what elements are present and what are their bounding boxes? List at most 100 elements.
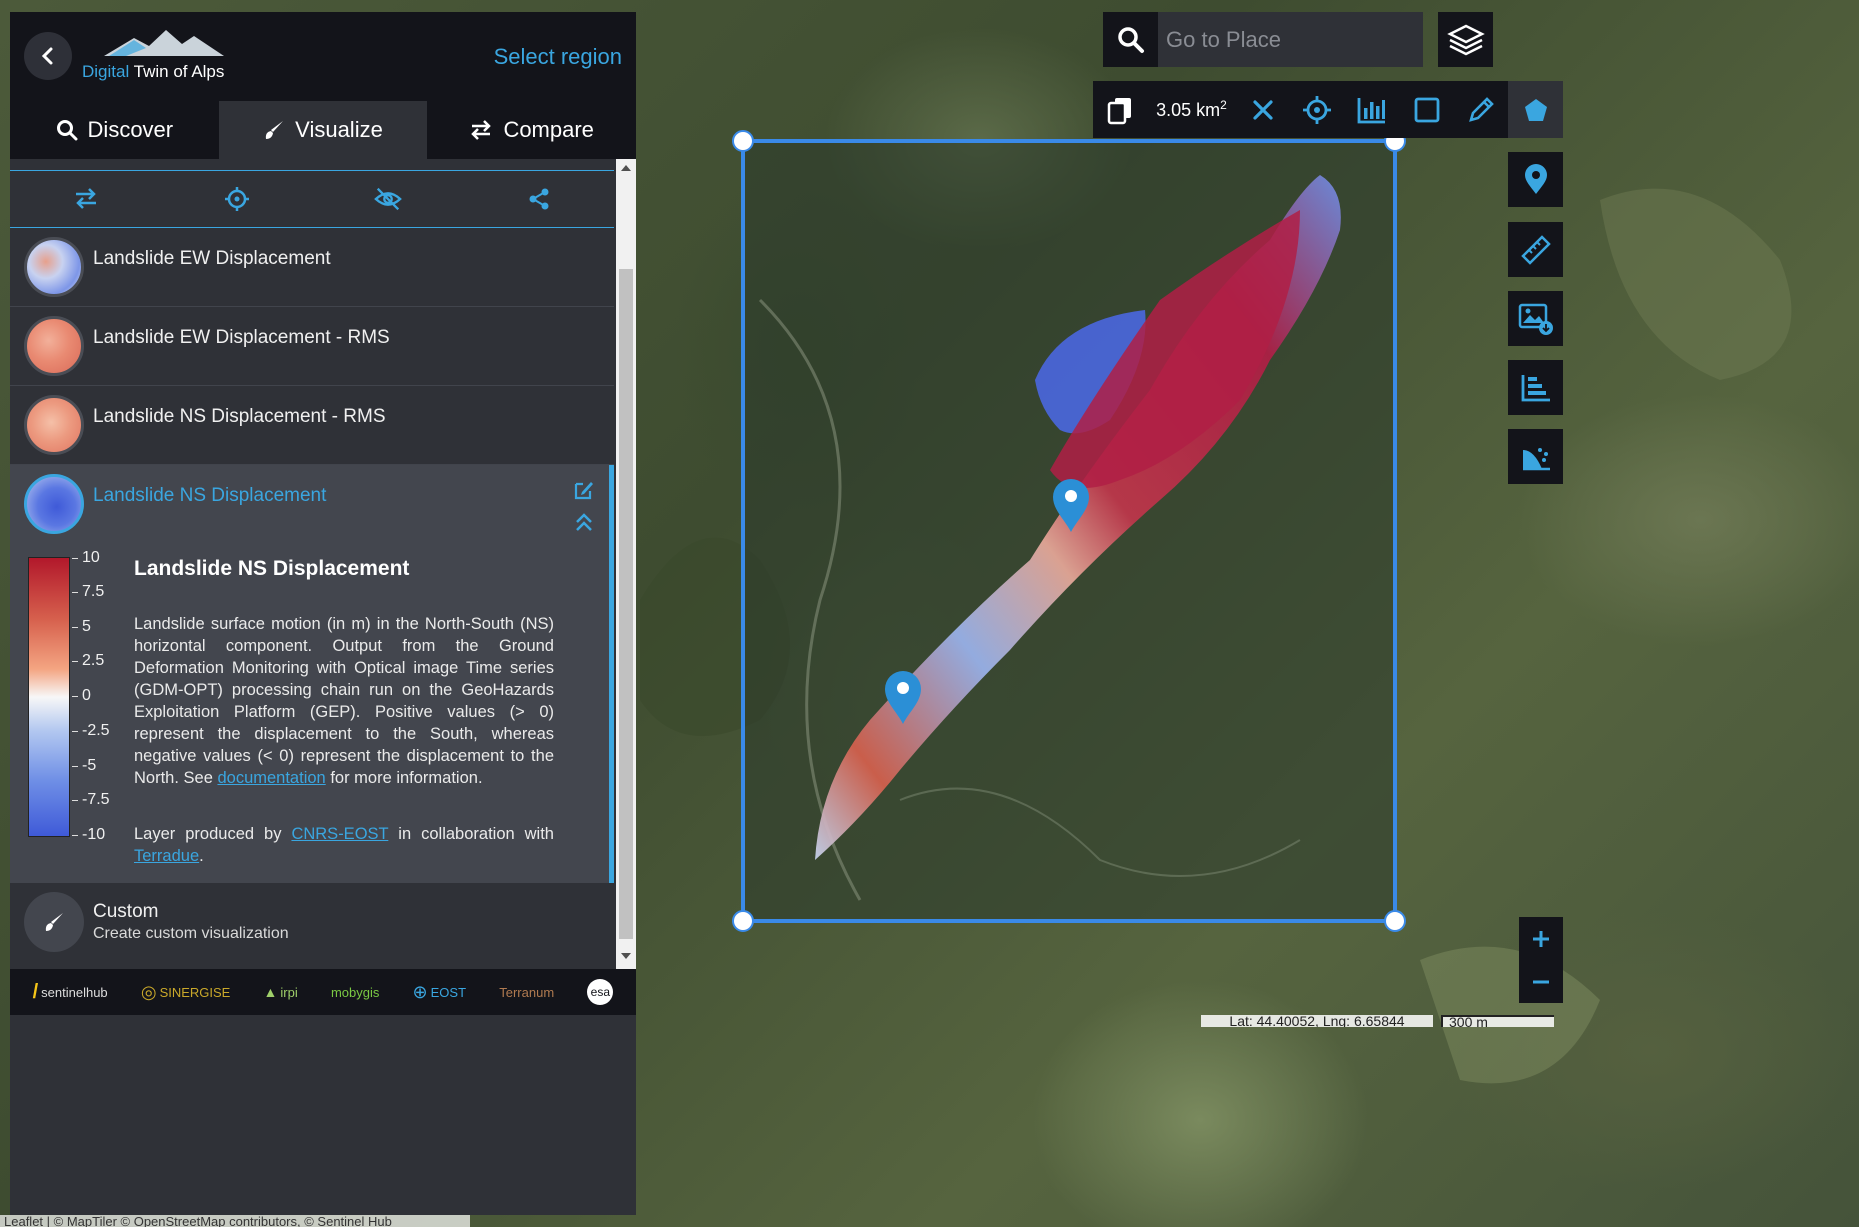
layer-thumbnail <box>24 316 84 376</box>
partner-logo[interactable]: / sentinelhub <box>33 981 108 1004</box>
bar-chart-icon[interactable] <box>1345 81 1400 138</box>
layer-toolbar <box>10 170 614 228</box>
legend-tick: -5 <box>71 757 97 774</box>
tab-visualize[interactable]: Visualize <box>218 101 428 159</box>
edit-icon[interactable] <box>573 479 595 501</box>
aoi-toolbar: 3.05 km2 <box>1093 81 1564 138</box>
scrollbar-thumb[interactable] <box>619 269 633 939</box>
chevron-double-up-icon[interactable] <box>573 511 595 533</box>
logo: Digital Twin of Alps <box>82 26 232 88</box>
scale-bar: 300 m <box>1441 1015 1554 1027</box>
zoom-out-button[interactable] <box>1519 960 1563 1003</box>
layer-list: Landslide EW Displacement Landslide EW D… <box>10 228 614 963</box>
aoi-handle <box>1384 910 1406 932</box>
mountain-logo-icon <box>104 30 224 56</box>
credit-text: Layer produced by CNRS-EOST in collabora… <box>134 825 554 865</box>
compare-swap-icon[interactable] <box>72 185 100 213</box>
side-panel: Digital Twin of Alps Select region Disco… <box>10 12 636 1215</box>
tab-discover[interactable]: Discover <box>10 101 219 159</box>
scatter-chart-icon <box>1522 447 1550 470</box>
layer-item[interactable]: Landslide EW Displacement <box>10 228 614 307</box>
layer-title: Landslide NS Displacement <box>93 485 327 506</box>
chevron-left-icon <box>41 47 53 65</box>
spectral-explorer-button[interactable] <box>1508 429 1563 484</box>
zoom-in-button[interactable] <box>1519 917 1563 960</box>
tab-label: Discover <box>87 117 174 142</box>
scroll-down-arrow[interactable] <box>621 953 631 959</box>
copy-icon[interactable] <box>1093 81 1148 138</box>
description-text: Landslide surface motion (in m) in the N… <box>134 615 554 787</box>
select-region-link[interactable]: Select region <box>494 44 622 70</box>
tab-bar: Discover Visualize Compare <box>10 101 636 159</box>
partner-logo[interactable]: ▲ irpi <box>264 984 298 1000</box>
custom-visualization-item[interactable]: Custom Create custom visualization <box>10 883 614 963</box>
pencil-icon[interactable] <box>1454 81 1509 138</box>
scrollbar[interactable] <box>616 159 636 969</box>
location-pin-button[interactable] <box>1508 152 1563 207</box>
legend-tick: -7.5 <box>72 791 110 808</box>
legend-tick: -2.5 <box>72 722 110 739</box>
legend-tick: 7.5 <box>71 583 105 600</box>
legend-tick: 0 <box>72 687 91 704</box>
tab-compare[interactable]: Compare <box>427 101 636 159</box>
swap-icon <box>471 120 492 140</box>
partner-logo[interactable]: Terranum <box>499 985 554 1000</box>
base-layers-button[interactable] <box>1438 12 1493 67</box>
aoi-handle <box>732 130 754 152</box>
legend-colorbar <box>28 557 70 837</box>
legend-tick: 10 <box>72 549 100 566</box>
active-layer-item[interactable]: Landslide NS Displacement 10 7.5 5 2.5 0… <box>10 465 614 883</box>
tab-label: Visualize <box>295 117 383 142</box>
share-icon[interactable] <box>525 185 553 213</box>
layer-title: Landslide EW Displacement <box>93 248 331 269</box>
cnrs-eost-link[interactable]: CNRS-EOST <box>291 825 388 843</box>
eye-slash-icon[interactable] <box>373 185 402 213</box>
stacked-chart-icon <box>1521 374 1550 401</box>
layer-thumbnail <box>24 237 84 297</box>
legend-tick: 2.5 <box>71 652 105 669</box>
tab-label: Compare <box>503 117 594 142</box>
layer-thumbnail <box>24 395 84 455</box>
partner-logo[interactable]: ◎ SINERGISE <box>141 982 231 1003</box>
go-to-place-input[interactable] <box>1158 12 1423 67</box>
search-icon[interactable] <box>1103 12 1158 67</box>
polygon-icon[interactable] <box>1508 81 1564 138</box>
partner-logo[interactable]: mobygis <box>331 985 379 1000</box>
zoom-control <box>1519 917 1563 1003</box>
crosshair-icon[interactable] <box>223 185 251 213</box>
custom-subtitle: Create custom visualization <box>93 925 289 942</box>
panel-header: Digital Twin of Alps Select region <box>10 12 636 101</box>
layers-icon <box>1446 24 1485 55</box>
partner-logo[interactable]: esa <box>587 979 614 1005</box>
map-pin-icon <box>1524 163 1547 194</box>
layer-thumbnail <box>24 474 84 534</box>
ruler-icon <box>1520 234 1551 265</box>
plus-icon <box>1533 930 1549 947</box>
brush-icon <box>24 892 84 952</box>
layer-item[interactable]: Landslide EW Displacement - RMS <box>10 307 614 386</box>
aoi-area-label: 3.05 km2 <box>1156 98 1227 120</box>
documentation-link[interactable]: documentation <box>217 769 325 787</box>
partners-bar: / sentinelhub ◎ SINERGISE ▲ irpi mobygis ⊕ E… <box>10 969 636 1015</box>
timelapse-chart-button[interactable] <box>1508 360 1563 415</box>
custom-title: Custom <box>93 901 159 922</box>
app-title: Digital Twin of Alps <box>82 62 225 81</box>
measure-button[interactable] <box>1508 222 1563 277</box>
close-icon[interactable] <box>1235 81 1290 138</box>
terradue-link[interactable]: Terradue <box>134 847 199 865</box>
rectangle-icon[interactable] <box>1399 81 1454 138</box>
partner-logo[interactable]: ⊕ EOST <box>413 982 467 1003</box>
crosshair-icon[interactable] <box>1290 81 1345 138</box>
layer-title: Landslide NS Displacement - RMS <box>93 406 386 427</box>
search-icon <box>56 120 78 141</box>
coordinates-readout: Lat: 44.40052, Lng: 6.65844 <box>1201 1015 1433 1027</box>
image-download-icon <box>1518 303 1553 335</box>
image-download-button[interactable] <box>1508 291 1563 346</box>
aoi-handle <box>732 910 754 932</box>
back-button[interactable] <box>24 32 72 80</box>
legend-tick: -10 <box>71 826 106 843</box>
minus-icon <box>1533 980 1549 983</box>
layer-item[interactable]: Landslide NS Displacement - RMS <box>10 386 614 465</box>
scroll-up-arrow[interactable] <box>621 165 631 171</box>
map-attribution[interactable]: Leaflet | © MapTiler © OpenStreetMap con… <box>0 1215 470 1227</box>
